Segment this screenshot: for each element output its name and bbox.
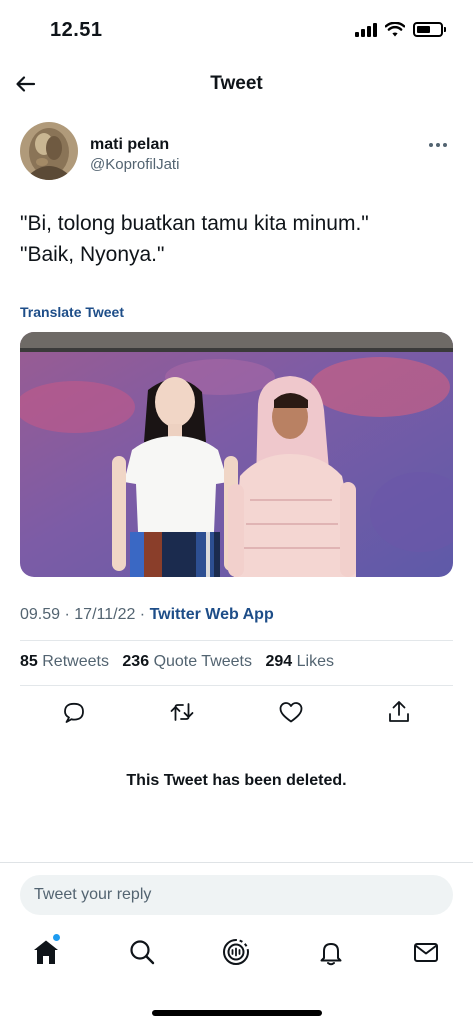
avatar[interactable]: [20, 122, 78, 180]
tweet-stats: 85 Retweets 236 Quote Tweets 294 Likes: [20, 653, 343, 671]
unread-dot: [53, 934, 60, 941]
quote-tweets-label: Quote Tweets: [153, 653, 252, 670]
tweet-time: 09.59: [20, 606, 61, 623]
page-title: Tweet: [210, 73, 263, 94]
tweet-date: 17/11/22: [74, 606, 136, 623]
retweets-count: 85: [20, 653, 38, 670]
status-bar: 12.51: [0, 0, 473, 62]
retweets-stat[interactable]: 85 Retweets: [20, 653, 109, 670]
tweet-photo[interactable]: [20, 332, 453, 577]
status-time: 12.51: [50, 19, 103, 41]
reply-icon[interactable]: [60, 698, 88, 726]
bell-icon: [320, 943, 342, 966]
author-handle[interactable]: @KoprofilJati: [90, 156, 179, 173]
divider: [20, 685, 453, 686]
quote-tweets-stat[interactable]: 236 Quote Tweets: [122, 653, 252, 670]
bottom-tab-bar: [0, 934, 473, 973]
spaces-icon: [223, 939, 249, 965]
author-display-name[interactable]: mati pelan: [90, 136, 169, 154]
divider: [20, 640, 453, 641]
tweet-author: mati pelan @KoprofilJati: [20, 122, 453, 186]
translate-tweet-link[interactable]: Translate Tweet: [20, 304, 124, 320]
tab-spaces[interactable]: [221, 937, 251, 967]
wifi-icon: [385, 22, 405, 37]
cellular-signal-icon: [355, 22, 377, 37]
deleted-tweet-notice: This Tweet has been deleted.: [126, 772, 347, 789]
reply-box[interactable]: [20, 875, 453, 915]
like-heart-icon[interactable]: [277, 698, 305, 726]
home-indicator: [152, 1010, 322, 1016]
share-icon[interactable]: [385, 698, 413, 726]
bottom-section: [0, 862, 473, 1024]
tweet-source-link[interactable]: Twitter Web App: [150, 606, 274, 623]
tweet-meta: 09.59 · 17/11/22 · Twitter Web App: [20, 606, 274, 623]
mail-icon: [414, 943, 438, 962]
tab-search[interactable]: [127, 937, 157, 967]
home-icon: [34, 940, 58, 964]
tweet-actions: [20, 698, 453, 726]
search-icon: [130, 940, 155, 965]
reply-input[interactable]: [34, 886, 439, 904]
tab-notifications[interactable]: [316, 937, 346, 967]
likes-stat[interactable]: 294 Likes: [265, 653, 334, 670]
retweet-icon[interactable]: [168, 698, 196, 726]
nav-bar: Tweet: [0, 62, 473, 106]
tweet-text-line: "Bi, tolong buatkan tamu kita minum.": [20, 212, 369, 235]
photo-illustration: [20, 332, 453, 577]
tab-messages[interactable]: [411, 937, 441, 967]
retweets-label: Retweets: [42, 653, 109, 670]
likes-label: Likes: [296, 653, 334, 670]
tweet-text-line: "Baik, Nyonya.": [20, 243, 165, 266]
quote-tweets-count: 236: [122, 653, 150, 670]
tab-home[interactable]: [31, 934, 61, 967]
tweet-text: "Bi, tolong buatkan tamu kita minum." "B…: [20, 208, 453, 270]
status-icons: [355, 22, 446, 37]
more-options-icon[interactable]: [429, 134, 453, 150]
likes-count: 294: [265, 653, 293, 670]
battery-icon: [413, 22, 446, 37]
